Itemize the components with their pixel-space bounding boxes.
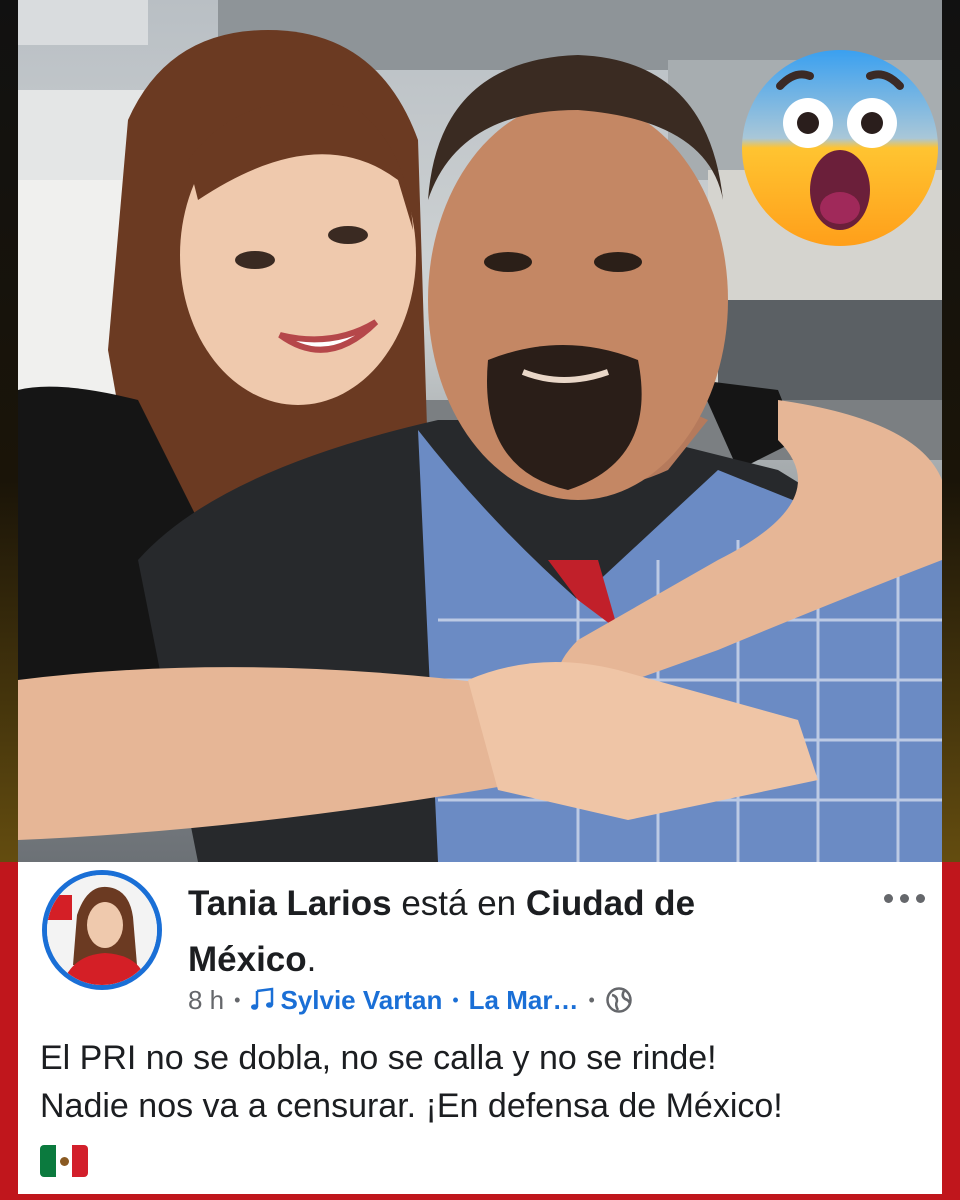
globe-icon[interactable] bbox=[605, 986, 633, 1014]
mexico-flag-icon bbox=[40, 1145, 88, 1177]
music-link[interactable]: Sylvie Vartan bbox=[250, 985, 442, 1016]
meta-separator-2: • bbox=[588, 989, 595, 1010]
profile-picture bbox=[47, 875, 157, 985]
music-separator: • bbox=[452, 989, 459, 1010]
post-header: Tania Larios está en Ciudad de México. bbox=[188, 876, 828, 988]
post-body-line-2: Nadie nos va a censurar. ¡En defensa de … bbox=[40, 1087, 783, 1125]
location-link[interactable]: Ciudad de bbox=[526, 884, 695, 923]
location-prefix: está en bbox=[401, 884, 517, 923]
location-link-line2[interactable]: México bbox=[188, 940, 307, 979]
facebook-post-card: Tania Larios está en Ciudad de México. 8… bbox=[18, 862, 942, 1194]
more-options-button[interactable] bbox=[876, 888, 932, 908]
fearful-face-emoji bbox=[740, 48, 940, 248]
meta-separator: • bbox=[234, 989, 241, 1010]
location-period: . bbox=[306, 940, 317, 979]
music-note-icon bbox=[251, 987, 274, 1010]
avatar[interactable] bbox=[42, 870, 162, 990]
post-body-line-1: El PRI no se dobla, no se calla y no se … bbox=[40, 1039, 717, 1077]
author-name[interactable]: Tania Larios bbox=[188, 884, 392, 923]
post-timestamp[interactable]: 8 h bbox=[188, 985, 224, 1016]
post-meta: 8 h • Sylvie Vartan • La Mar… • bbox=[188, 982, 633, 1018]
more-options-icon bbox=[883, 893, 893, 903]
song-title[interactable]: La Mar… bbox=[469, 985, 579, 1016]
music-artist: Sylvie Vartan bbox=[280, 984, 443, 1015]
post-body: El PRI no se dobla, no se calla y no se … bbox=[40, 1034, 930, 1130]
